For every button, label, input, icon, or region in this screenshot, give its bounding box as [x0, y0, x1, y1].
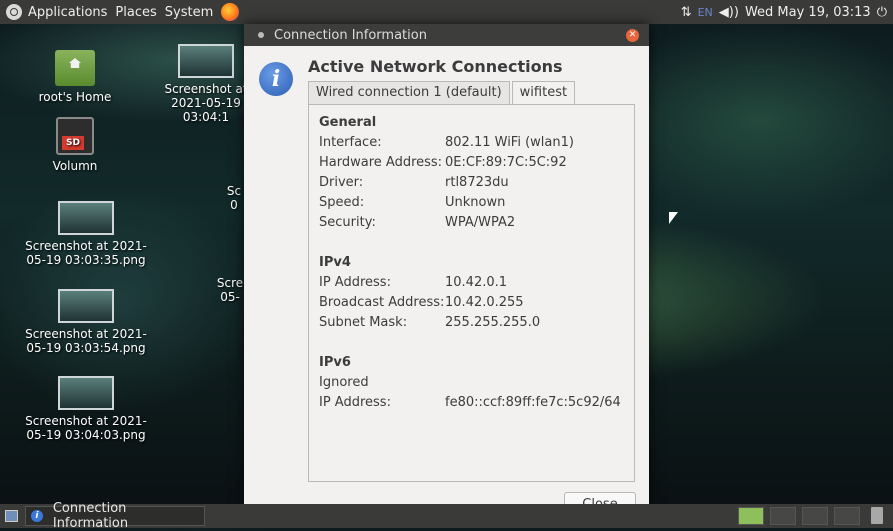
bottom-panel: i Connection Information: [0, 501, 893, 531]
dialog-title: Connection Information: [274, 27, 427, 43]
network-icon[interactable]: ⇅: [681, 5, 692, 20]
desktop-icon-label: root's Home: [38, 90, 112, 104]
row-hardware-address: Hardware Address: 0E:CF:89:7C:5C:92: [319, 155, 567, 170]
image-thumbnail-icon: [178, 44, 234, 78]
trash-icon[interactable]: [871, 507, 883, 524]
volume-icon[interactable]: ◀)): [719, 5, 739, 20]
tab-wifitest[interactable]: wifitest: [511, 81, 576, 105]
row-ip-address: IP Address: 10.42.0.1: [319, 275, 507, 290]
info-icon: i: [31, 510, 43, 522]
workspace-3[interactable]: [802, 507, 828, 525]
row-value: 10.42.0.1: [445, 275, 508, 290]
menu-places[interactable]: Places: [115, 5, 156, 20]
menu-applications[interactable]: Applications: [28, 5, 107, 20]
desktop-icon-screenshot-4[interactable]: Screenshot at 2021-05-19 03:04:1: [156, 44, 256, 124]
desktop-icon-screenshot-2[interactable]: Screenshot at 2021-05-19 03:03:54.png: [24, 289, 148, 355]
row-ipv6-ignored: Ignored: [319, 375, 369, 390]
desktop-icon-label: Screenshot at 2021-05-19 03:04:1: [164, 82, 248, 124]
desktop-icon-label: Volumn: [52, 159, 98, 173]
row-value: Unknown: [445, 195, 506, 210]
workspace-2[interactable]: [770, 507, 796, 525]
row-label: Security:: [319, 215, 376, 230]
power-icon[interactable]: ⏻: [877, 5, 887, 20]
row-label: IP Address:: [319, 395, 391, 410]
window-menu-icon[interactable]: [258, 32, 264, 38]
desktop-icon-screenshot-1[interactable]: Screenshot at 2021-05-19 03:03:35.png: [24, 201, 148, 267]
desktop-icon-home[interactable]: root's Home: [13, 50, 137, 104]
info-icon: i: [259, 62, 293, 96]
workspace-4[interactable]: [834, 507, 860, 525]
workspace-1[interactable]: [738, 507, 764, 525]
section-ipv6-title: IPv6: [319, 355, 351, 370]
row-value: 10.42.0.255: [445, 295, 524, 310]
taskbar-item-label: Connection Information: [52, 501, 129, 531]
image-thumbnail-icon: [58, 201, 114, 235]
main-menu: Applications Places System: [0, 0, 240, 24]
close-button[interactable]: Close: [564, 492, 636, 504]
dialog-heading: Active Network Connections: [308, 57, 563, 76]
row-label: IP Address:: [319, 275, 391, 290]
row-speed: Speed: Unknown: [319, 195, 505, 210]
desktop-icon-screenshot-3[interactable]: Screenshot at 2021-05-19 03:04:03.png: [24, 376, 148, 442]
row-subnet-mask: Subnet Mask: 255.255.255.0: [319, 315, 540, 330]
row-value: fe80::ccf:89ff:fe7c:5c92/64: [445, 395, 621, 410]
system-tray: ⇅ EN ◀)) Wed May 19, 03:13 ⏻: [675, 0, 887, 24]
desktop-icon-label: Screenshot at 2021-05-19 03:03:35.png: [25, 239, 147, 267]
desktop-icon-label: Screenshot at 2021-05-19 03:04:03.png: [25, 414, 147, 442]
section-ipv4-title: IPv4: [319, 255, 351, 270]
image-thumbnail-icon: [58, 376, 114, 410]
row-interface: Interface: 802.11 WiFi (wlan1): [319, 135, 574, 150]
connection-info-dialog: Connection Information ✕ i Active Networ…: [244, 24, 649, 504]
clock[interactable]: Wed May 19, 03:13: [745, 5, 871, 20]
menu-system[interactable]: System: [165, 5, 213, 20]
row-value: rtl8723du: [445, 175, 509, 190]
row-label: Broadcast Address:: [319, 295, 445, 310]
show-desktop-icon[interactable]: [5, 510, 18, 522]
tab-wired-connection[interactable]: Wired connection 1 (default): [308, 81, 510, 105]
ubuntu-logo-icon[interactable]: [6, 4, 22, 20]
close-window-icon[interactable]: ✕: [626, 29, 639, 42]
desktop-icon-label: Screenshot at 2021-05-19 03:03:54.png: [25, 327, 147, 355]
row-label: Interface:: [319, 135, 382, 150]
row-value: 0E:CF:89:7C:5C:92: [445, 155, 567, 170]
row-label: Subnet Mask:: [319, 315, 408, 330]
firefox-icon[interactable]: [221, 3, 240, 21]
taskbar-item-connection-information[interactable]: i Connection Information: [25, 501, 205, 531]
image-thumbnail-icon: [58, 289, 114, 323]
row-label: Driver:: [319, 175, 364, 190]
row-label: Hardware Address:: [319, 155, 443, 170]
row-label: Speed:: [319, 195, 365, 210]
top-panel: Applications Places System ⇅ EN ◀)) Wed …: [0, 0, 893, 24]
row-value: 802.11 WiFi (wlan1): [445, 135, 574, 150]
row-ipv6-address: IP Address: fe80::ccf:89ff:fe7c:5c92/64: [319, 395, 621, 410]
row-security: Security: WPA/WPA2: [319, 215, 515, 230]
row-value: 255.255.255.0: [445, 315, 541, 330]
sd-card-icon: [56, 117, 94, 155]
row-value: WPA/WPA2: [445, 215, 516, 230]
ipv6-ignored-text: Ignored: [319, 375, 369, 390]
desktop-icon-volume[interactable]: Volumn: [13, 117, 137, 173]
keyboard-layout-indicator[interactable]: EN: [698, 6, 713, 19]
home-folder-icon: [55, 50, 95, 86]
dialog-titlebar[interactable]: Connection Information ✕: [244, 24, 649, 46]
row-driver: Driver: rtl8723du: [319, 175, 509, 190]
connection-tabs: Wired connection 1 (default) wifitest: [308, 81, 577, 105]
connection-details-panel: General Interface: 802.11 WiFi (wlan1) H…: [308, 104, 635, 482]
section-general-title: General: [319, 115, 377, 130]
row-broadcast-address: Broadcast Address: 10.42.0.255: [319, 295, 524, 310]
